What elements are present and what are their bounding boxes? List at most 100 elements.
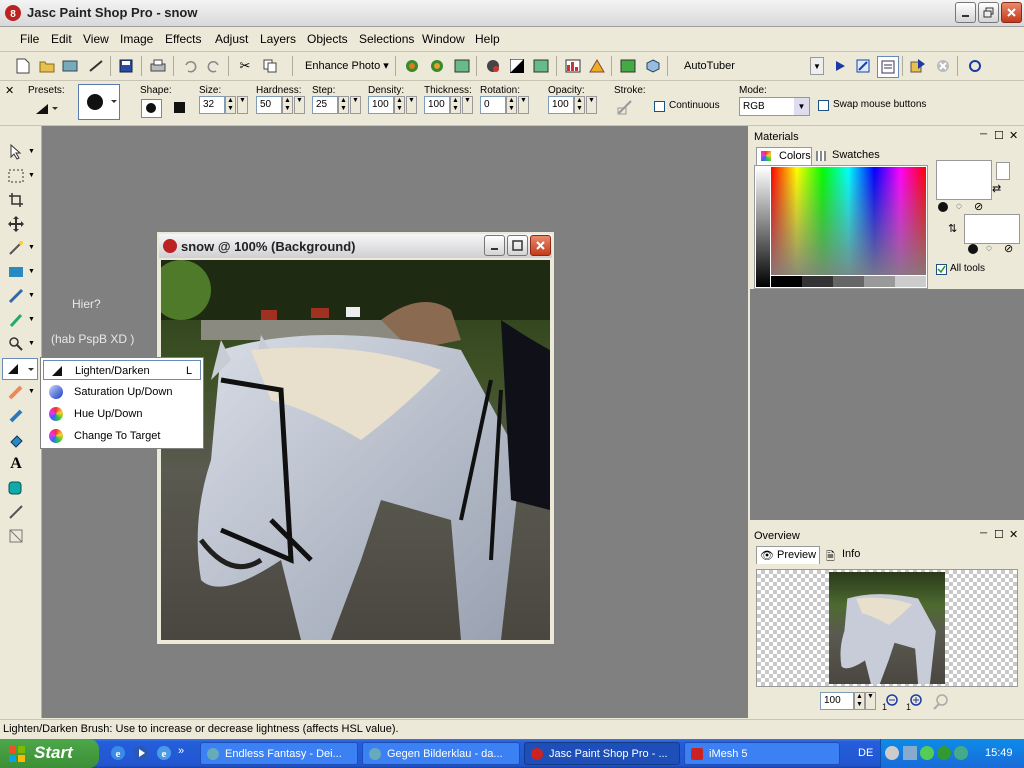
menu-effects[interactable]: Effects: [165, 32, 201, 46]
density-spinner[interactable]: ▲ ▼: [394, 96, 405, 114]
zoom-icon[interactable]: [6, 334, 26, 354]
cube-icon[interactable]: [643, 56, 663, 76]
object-selector-icon[interactable]: [6, 526, 26, 546]
hardness-spinner[interactable]: ▲ ▼: [282, 96, 293, 114]
enhance-photo-button[interactable]: Enhance Photo ▾: [305, 59, 389, 72]
overview-thumbnail[interactable]: [829, 572, 945, 684]
menu-window[interactable]: Window: [422, 32, 465, 46]
style-color-icon[interactable]: [968, 244, 978, 254]
straighten-icon[interactable]: [6, 262, 26, 282]
tab-swatches[interactable]: Swatches: [814, 149, 890, 165]
stop-recording-icon[interactable]: [933, 56, 953, 76]
flyout-item-change-to-target[interactable]: Change To Target: [43, 426, 201, 446]
start-button[interactable]: Start: [0, 739, 99, 768]
color-spectrum[interactable]: [771, 167, 926, 275]
mode-select[interactable]: RGB ▼: [739, 97, 810, 116]
edit-script-icon[interactable]: [853, 56, 873, 76]
menu-image[interactable]: Image: [120, 32, 153, 46]
thickness-field[interactable]: 100: [424, 96, 450, 114]
hardness-field[interactable]: 50: [256, 96, 282, 114]
rotation-dropdown[interactable]: ▼: [518, 96, 529, 114]
run-script-icon[interactable]: [830, 56, 850, 76]
task-imesh[interactable]: iMesh 5: [684, 742, 840, 765]
hardness-dropdown[interactable]: ▼: [294, 96, 305, 114]
media-player-icon[interactable]: [133, 745, 149, 761]
zoom-actual-size-icon[interactable]: [932, 693, 950, 711]
panel-close-icon[interactable]: ✕: [1009, 129, 1018, 142]
task-endless-fantasy[interactable]: Endless Fantasy - Dei...: [200, 742, 358, 765]
zoom-out-icon[interactable]: 1: [882, 693, 900, 712]
rotation-spinner[interactable]: ▲ ▼: [506, 96, 517, 114]
opacity-field[interactable]: 100: [548, 96, 574, 114]
browser-quicklaunch-icon[interactable]: e: [156, 745, 172, 761]
brush-tip-preview[interactable]: [78, 84, 120, 120]
texture-icon[interactable]: ◌: [986, 243, 992, 254]
print-icon[interactable]: [148, 56, 168, 76]
menu-selections[interactable]: Selections: [359, 32, 414, 46]
size-dropdown[interactable]: ▼: [237, 96, 248, 114]
menu-file[interactable]: File: [20, 32, 39, 46]
style-color-icon[interactable]: [938, 202, 948, 212]
opacity-dropdown[interactable]: ▼: [586, 96, 597, 114]
preset-shape-icon[interactable]: [6, 478, 26, 498]
zoom-spinner[interactable]: ▲ ▼: [854, 692, 865, 710]
rotation-field[interactable]: 0: [480, 96, 506, 114]
step-dropdown[interactable]: ▼: [350, 96, 361, 114]
flyout-item-lighten-darken[interactable]: Lighten/Darken L: [43, 360, 201, 380]
copy-icon[interactable]: [260, 56, 280, 76]
cut-icon[interactable]: ✂: [235, 56, 255, 76]
lighten-darken-tool-icon[interactable]: [2, 358, 38, 380]
photo-icon[interactable]: [452, 56, 472, 76]
menu-view[interactable]: View: [83, 32, 109, 46]
update-icon[interactable]: [954, 746, 968, 760]
round-shape-button[interactable]: [141, 99, 162, 118]
open-folder-icon[interactable]: [37, 56, 57, 76]
histogram-icon[interactable]: [563, 56, 583, 76]
size-spinner[interactable]: ▲ ▼: [225, 96, 236, 114]
chevron-down-icon[interactable]: ▼: [810, 57, 824, 75]
gray-swatches[interactable]: [771, 276, 926, 287]
ie-quicklaunch-icon[interactable]: e: [110, 745, 126, 761]
menu-adjust[interactable]: Adjust: [215, 32, 248, 46]
start-recording-icon[interactable]: [908, 56, 928, 76]
script-mode-icon[interactable]: [877, 56, 899, 78]
panel-close-icon[interactable]: ✕: [1009, 528, 1018, 541]
panel-minimize-icon[interactable]: ─: [980, 129, 987, 140]
image-close-button[interactable]: [530, 235, 551, 256]
selection-icon[interactable]: [6, 166, 26, 186]
undo-icon[interactable]: [180, 56, 200, 76]
flood-fill-icon[interactable]: [6, 430, 26, 450]
foreground-color-swatch[interactable]: [936, 160, 992, 200]
browse-icon[interactable]: [60, 56, 80, 76]
app-icon[interactable]: 8: [4, 4, 22, 22]
texture-icon[interactable]: ◌: [956, 201, 962, 212]
grayscale-strip[interactable]: [756, 167, 770, 287]
quicklaunch-more-icon[interactable]: »: [178, 745, 184, 757]
density-dropdown[interactable]: ▼: [406, 96, 417, 114]
eraser-icon[interactable]: [6, 382, 26, 402]
panel-minimize-icon[interactable]: ─: [980, 528, 987, 539]
text-tool-icon[interactable]: A: [6, 454, 26, 474]
background-color-swatch[interactable]: [964, 214, 1020, 244]
redo-icon[interactable]: [204, 56, 224, 76]
task-paint-shop-pro[interactable]: Jasc Paint Shop Pro - ...: [524, 742, 680, 765]
color-balance-icon[interactable]: [483, 56, 503, 76]
menu-edit[interactable]: Edit: [51, 32, 72, 46]
pan-arrow-icon[interactable]: [6, 142, 26, 162]
picture-tube-icon[interactable]: [6, 406, 26, 426]
overview-preview-area[interactable]: [756, 569, 1018, 687]
new-file-icon[interactable]: [13, 56, 33, 76]
all-tools-checkbox[interactable]: [936, 264, 947, 275]
messenger-icon[interactable]: [937, 746, 951, 760]
step-spinner[interactable]: ▲ ▼: [338, 96, 349, 114]
tab-colors[interactable]: Colors: [756, 147, 812, 165]
image-minimize-button[interactable]: [484, 235, 505, 256]
scan-icon[interactable]: [86, 56, 106, 76]
close-palette-icon[interactable]: ✕: [5, 84, 14, 97]
thickness-dropdown[interactable]: ▼: [462, 96, 473, 114]
panel-maximize-icon[interactable]: ☐: [994, 129, 1004, 142]
language-indicator[interactable]: DE: [858, 747, 873, 759]
pen-tool-icon[interactable]: [6, 502, 26, 522]
one-step-photo-fix-icon[interactable]: [427, 56, 447, 76]
title-bar[interactable]: 8 Jasc Paint Shop Pro - snow: [0, 0, 1024, 27]
